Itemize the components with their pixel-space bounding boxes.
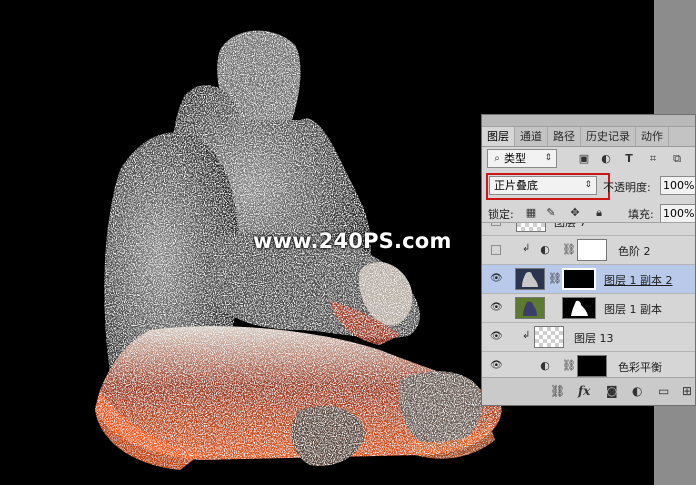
fx-icon[interactable]: fx xyxy=(578,383,590,399)
smartobject-filter-icon[interactable]: ⧉ xyxy=(670,152,684,166)
layer-thumbnail xyxy=(516,223,546,232)
layer-row-selected[interactable]: 👁︎ ⛓ 图层 1 副本 2 xyxy=(482,265,695,294)
adjustment-icon[interactable]: ◐ xyxy=(632,383,642,399)
highlight-box xyxy=(486,173,610,200)
eye-icon[interactable]: 👁︎ xyxy=(490,302,503,314)
photo-thumbnail-art xyxy=(523,301,537,316)
watermark-text: www.240PS.com xyxy=(253,229,452,253)
layers-list: 图层 7 ↲ ◐ ⛓ 色阶 2 👁︎ ⛓ 图层 1 副本 2 👁︎ 图层 1 副… xyxy=(482,222,695,380)
mask-link-icon[interactable]: ⛓ xyxy=(562,359,576,373)
tab-paths[interactable]: 路径 xyxy=(548,127,581,146)
lock-position-icon[interactable]: ✥ xyxy=(568,206,582,220)
layer-mask-thumbnail[interactable] xyxy=(562,297,596,319)
tab-actions[interactable]: 动作 xyxy=(636,127,669,146)
color-balance-adjustment-icon: ◐ xyxy=(540,359,550,372)
mask-link-icon[interactable]: ⛓ xyxy=(562,243,576,257)
clipping-arrow-icon: ↲ xyxy=(522,243,531,254)
adjustment-filter-icon[interactable]: ◐ xyxy=(599,152,613,166)
folder-icon[interactable]: ▭ xyxy=(658,383,669,399)
layer-row[interactable]: 图层 7 xyxy=(482,223,695,236)
type-filter-icon[interactable]: T xyxy=(622,152,636,166)
layer-name[interactable]: 图层 1 副本 2 xyxy=(604,272,673,288)
fill-label: 填充: xyxy=(628,208,654,221)
search-icon: ⌕ xyxy=(494,153,500,164)
layer-row[interactable]: 👁︎ 图层 1 副本 xyxy=(482,294,695,323)
eye-icon[interactable]: 👁︎ xyxy=(490,273,503,285)
layer-mask-thumbnail[interactable] xyxy=(562,268,596,290)
panel-tabs: 图层 通道 路径 历史记录 动作 xyxy=(482,127,695,147)
layer-row[interactable]: ↲ ◐ ⛓ 色阶 2 xyxy=(482,236,695,265)
tab-history[interactable]: 历史记录 xyxy=(581,127,636,146)
layer-name[interactable]: 色彩平衡 xyxy=(618,359,662,375)
layer-row[interactable]: 👁︎ ↲ 图层 13 xyxy=(482,323,695,352)
eye-icon[interactable]: 👁︎ xyxy=(490,331,503,343)
mask-icon[interactable]: ◙ xyxy=(606,383,618,399)
layer-name[interactable]: 图层 1 副本 xyxy=(604,301,662,317)
panel-title-bar[interactable] xyxy=(482,115,695,127)
lock-label: 锁定: xyxy=(488,208,514,221)
opacity-input[interactable]: 100% xyxy=(660,176,695,195)
tab-channels[interactable]: 通道 xyxy=(515,127,548,146)
lock-transparent-pixels-icon[interactable]: ▦ xyxy=(524,206,538,220)
lock-image-pixels-icon[interactable]: ✎ xyxy=(544,206,558,220)
figure-thumbnail-art xyxy=(522,271,538,287)
layer-name[interactable]: 图层 7 xyxy=(554,223,587,230)
levels-adjustment-icon: ◐ xyxy=(540,243,550,256)
link-icon[interactable]: ⛓ xyxy=(550,383,565,399)
visibility-toggle[interactable] xyxy=(491,245,501,255)
layer-thumbnail xyxy=(515,297,545,319)
lock-all-icon[interactable]: 🔒︎ xyxy=(592,206,606,220)
mask-link-icon[interactable]: ⛓ xyxy=(548,272,562,286)
shape-filter-icon[interactable]: ⌗ xyxy=(646,152,660,166)
layer-row[interactable]: 👁︎ ◐ ⛓ 色彩平衡 xyxy=(482,352,695,380)
panel-footer: ⛓ fx ◙ ◐ ▭ ⊞ xyxy=(482,377,695,405)
clipping-arrow-icon: ↲ xyxy=(522,330,531,341)
opacity-label: 不透明度: xyxy=(603,181,651,194)
image-filter-icon[interactable]: ▣ xyxy=(577,152,591,166)
layer-thumbnail xyxy=(534,326,564,348)
layer-filter-dropdown[interactable]: ⌕ 类型 ⇕ xyxy=(487,149,557,168)
layer-name[interactable]: 色阶 2 xyxy=(618,243,651,259)
chevron-updown-icon: ⇕ xyxy=(544,153,552,163)
eye-icon[interactable]: 👁︎ xyxy=(490,360,503,372)
new-layer-icon[interactable]: ⊞ xyxy=(682,383,692,399)
filter-kind-label: 类型 xyxy=(504,152,526,165)
layer-name[interactable]: 图层 13 xyxy=(574,330,614,346)
silhouette-mask-art xyxy=(571,300,588,316)
layer-mask-thumbnail[interactable] xyxy=(577,239,607,261)
layers-panel: 图层 通道 路径 历史记录 动作 ⌕ 类型 ⇕ ▣ ◐ T ⌗ ⧉ 正片叠底 ⇕… xyxy=(481,114,696,406)
visibility-toggle[interactable] xyxy=(491,223,501,226)
layer-thumbnail xyxy=(515,268,545,290)
layer-mask-thumbnail[interactable] xyxy=(577,355,607,377)
fill-input[interactable]: 100% xyxy=(660,204,695,223)
tab-layers[interactable]: 图层 xyxy=(482,127,515,146)
